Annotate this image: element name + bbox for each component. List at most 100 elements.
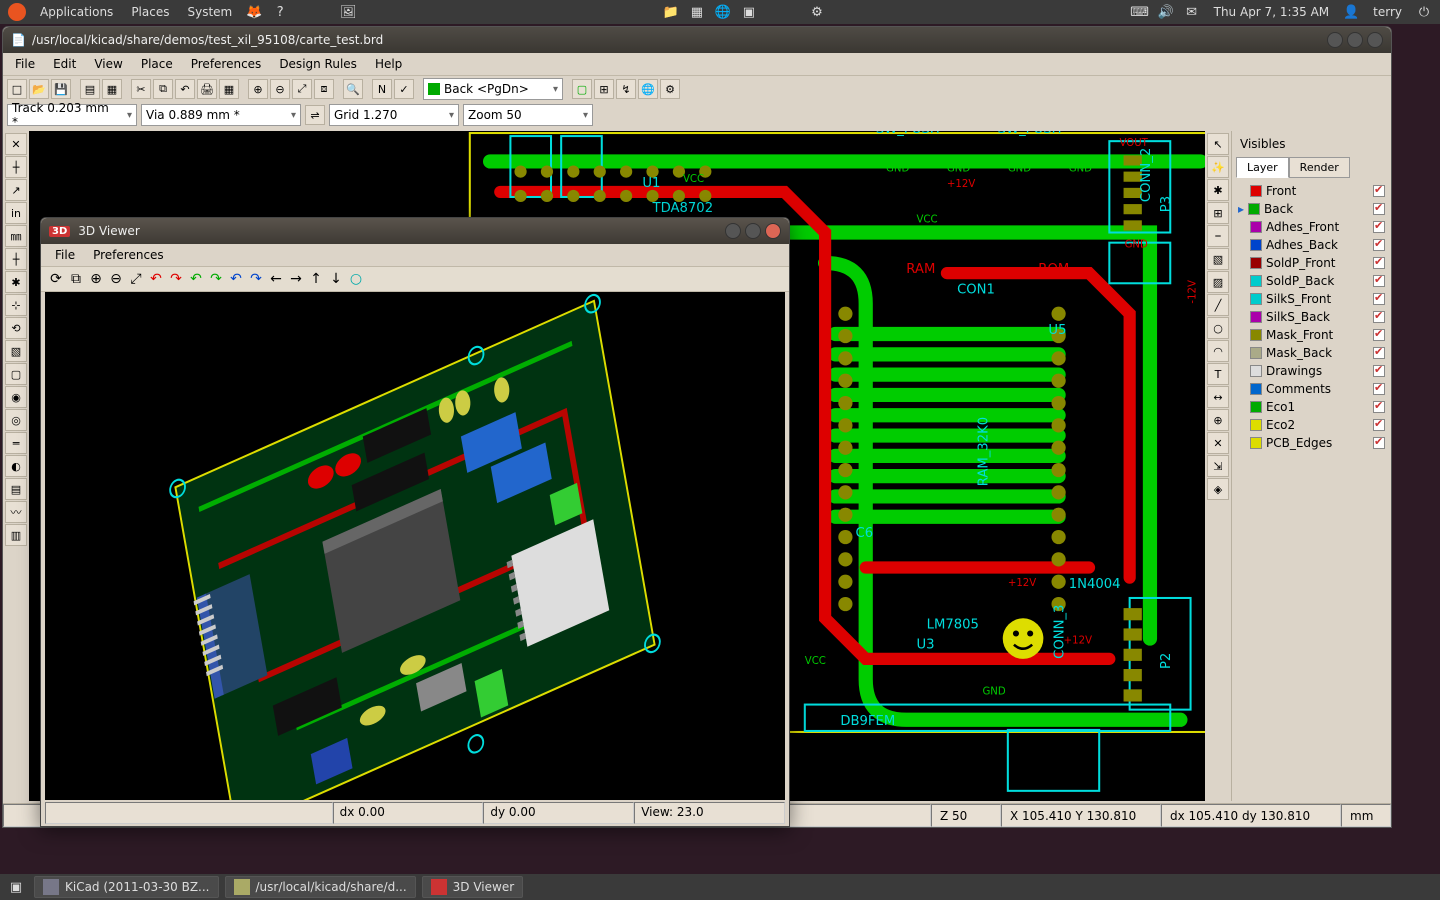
layers-hide-button[interactable]: ▥ <box>5 524 27 546</box>
layer-visible-checkbox[interactable] <box>1373 383 1385 395</box>
layer-row-comments[interactable]: Comments <box>1236 380 1387 398</box>
3d-pan-down-button[interactable]: ↓ <box>327 270 345 288</box>
help-launcher-icon[interactable]: ? <box>270 2 290 22</box>
taskbar-task[interactable]: KiCad (2011-03-30 BZ... <box>34 876 219 898</box>
layer-row-back[interactable]: ▸Back <box>1236 200 1387 218</box>
taskbar-task[interactable]: /usr/local/kicad/share/d... <box>225 876 416 898</box>
3d-rotate-x-neg-button[interactable]: ↶ <box>147 270 165 288</box>
layer-color-swatch[interactable] <box>1250 293 1262 305</box>
power-icon[interactable]: ⏻ <box>1414 2 1434 22</box>
3d-minimize-button[interactable] <box>725 223 741 239</box>
user-icon[interactable]: 👤 <box>1341 2 1361 22</box>
layer-visible-checkbox[interactable] <box>1373 311 1385 323</box>
new-button[interactable]: □ <box>7 79 27 99</box>
layer-row-front[interactable]: Front <box>1236 182 1387 200</box>
layer-visible-checkbox[interactable] <box>1373 257 1385 269</box>
pad-fill-button[interactable]: ◉ <box>5 386 27 408</box>
layer-row-mask_back[interactable]: Mask_Back <box>1236 344 1387 362</box>
zoom-out-button[interactable]: ⊖ <box>270 79 290 99</box>
menu-design-rules[interactable]: Design Rules <box>271 55 365 73</box>
layer-visible-checkbox[interactable] <box>1373 293 1385 305</box>
menu-view[interactable]: View <box>86 55 130 73</box>
layer-color-swatch[interactable] <box>1250 419 1262 431</box>
close-button[interactable] <box>1367 32 1383 48</box>
contrast-button[interactable]: ◐ <box>5 455 27 477</box>
firefox-launcher-icon[interactable]: 🦊 <box>244 2 264 22</box>
add-keepout-button[interactable]: ▨ <box>1207 271 1229 293</box>
mode-track-button[interactable]: ↯ <box>616 79 636 99</box>
layer-visible-checkbox[interactable] <box>1373 347 1385 359</box>
add-dimension-button[interactable]: ↔ <box>1207 386 1229 408</box>
volume-tray-icon[interactable]: 🔊 <box>1156 2 1176 22</box>
zoom-combo[interactable]: Zoom 50 <box>463 104 593 126</box>
save-button[interactable]: 💾 <box>51 79 71 99</box>
highlight-net-button[interactable]: ✨ <box>1207 156 1229 178</box>
layer-row-adhes_back[interactable]: Adhes_Back <box>1236 236 1387 254</box>
layer-toolbar-button[interactable]: ▤ <box>5 478 27 500</box>
3d-maximize-button[interactable] <box>745 223 761 239</box>
offset-button[interactable]: ⇲ <box>1207 455 1229 477</box>
layer-color-swatch[interactable] <box>1250 185 1262 197</box>
layer-color-swatch[interactable] <box>1250 329 1262 341</box>
layer-visible-checkbox[interactable] <box>1373 203 1385 215</box>
layer-color-swatch[interactable] <box>1250 347 1262 359</box>
user-menu[interactable]: terry <box>1365 3 1410 21</box>
maximize-button[interactable] <box>1347 32 1363 48</box>
web-button[interactable]: 🌐 <box>638 79 658 99</box>
layer-row-drawings[interactable]: Drawings <box>1236 362 1387 380</box>
layer-visible-checkbox[interactable] <box>1373 221 1385 233</box>
applet-tray-icon[interactable]: ⚙ <box>807 2 827 22</box>
scripting-button[interactable]: ⚙ <box>660 79 680 99</box>
menu-file[interactable]: File <box>7 55 43 73</box>
polar-toggle-button[interactable]: ↗ <box>5 179 27 201</box>
show-zones-outline-button[interactable]: ▢ <box>5 363 27 385</box>
track-fill-button[interactable]: ═ <box>5 432 27 454</box>
open-button[interactable]: 📂 <box>29 79 49 99</box>
3d-canvas[interactable] <box>45 292 785 800</box>
grid-toggle-button[interactable]: ┼ <box>5 156 27 178</box>
globe-tray-icon[interactable]: 🌐 <box>713 2 733 22</box>
minimize-button[interactable] <box>1327 32 1343 48</box>
layer-row-eco1[interactable]: Eco1 <box>1236 398 1387 416</box>
grid-origin-button[interactable]: ◈ <box>1207 478 1229 500</box>
calc-tray-icon[interactable]: ▦ <box>687 2 707 22</box>
auto-delete-track-button[interactable]: ⟲ <box>5 317 27 339</box>
3d-zoom-fit-button[interactable]: ⤢ <box>127 270 145 288</box>
show-desktop-icon[interactable]: ▣ <box>6 877 26 897</box>
layer-visible-checkbox[interactable] <box>1373 185 1385 197</box>
add-module-button[interactable]: ⊞ <box>1207 202 1229 224</box>
layer-visible-checkbox[interactable] <box>1373 275 1385 287</box>
layer-row-pcb_edges[interactable]: PCB_Edges <box>1236 434 1387 452</box>
layer-color-swatch[interactable] <box>1250 275 1262 287</box>
cut-button[interactable]: ✂ <box>131 79 151 99</box>
zoom-in-button[interactable]: ⊕ <box>248 79 268 99</box>
find-button[interactable]: 🔍 <box>343 79 363 99</box>
layer-color-swatch[interactable] <box>1250 437 1262 449</box>
layer-color-swatch[interactable] <box>1250 239 1262 251</box>
3d-ortho-button[interactable]: ○ <box>347 270 365 288</box>
layer-row-mask_front[interactable]: Mask_Front <box>1236 326 1387 344</box>
layer-color-swatch[interactable] <box>1248 203 1260 215</box>
layer-color-swatch[interactable] <box>1250 257 1262 269</box>
layer-color-swatch[interactable] <box>1250 311 1262 323</box>
system-menu[interactable]: System <box>179 3 240 21</box>
layer-row-soldp_front[interactable]: SoldP_Front <box>1236 254 1387 272</box>
tab-render[interactable]: Render <box>1289 157 1350 178</box>
layer-color-swatch[interactable] <box>1250 365 1262 377</box>
menu-help[interactable]: Help <box>367 55 410 73</box>
3d-close-button[interactable] <box>765 223 781 239</box>
netlist-button[interactable]: N <box>372 79 392 99</box>
module-editor-button[interactable]: ▦ <box>102 79 122 99</box>
3d-pan-left-button[interactable]: ← <box>267 270 285 288</box>
3d-menu-preferences[interactable]: Preferences <box>85 246 172 264</box>
3d-rotate-y-neg-button[interactable]: ↶ <box>187 270 205 288</box>
3d-menu-file[interactable]: File <box>47 246 83 264</box>
3d-reload-button[interactable]: ⟳ <box>47 270 65 288</box>
grid-combo[interactable]: Grid 1.270 <box>329 104 459 126</box>
layer-visible-checkbox[interactable] <box>1373 401 1385 413</box>
add-circle-button[interactable]: ○ <box>1207 317 1229 339</box>
3d-rotate-z-pos-button[interactable]: ↷ <box>247 270 265 288</box>
copy-button[interactable]: ⧉ <box>153 79 173 99</box>
plot-button[interactable]: ▦ <box>219 79 239 99</box>
add-zone-button[interactable]: ▧ <box>1207 248 1229 270</box>
